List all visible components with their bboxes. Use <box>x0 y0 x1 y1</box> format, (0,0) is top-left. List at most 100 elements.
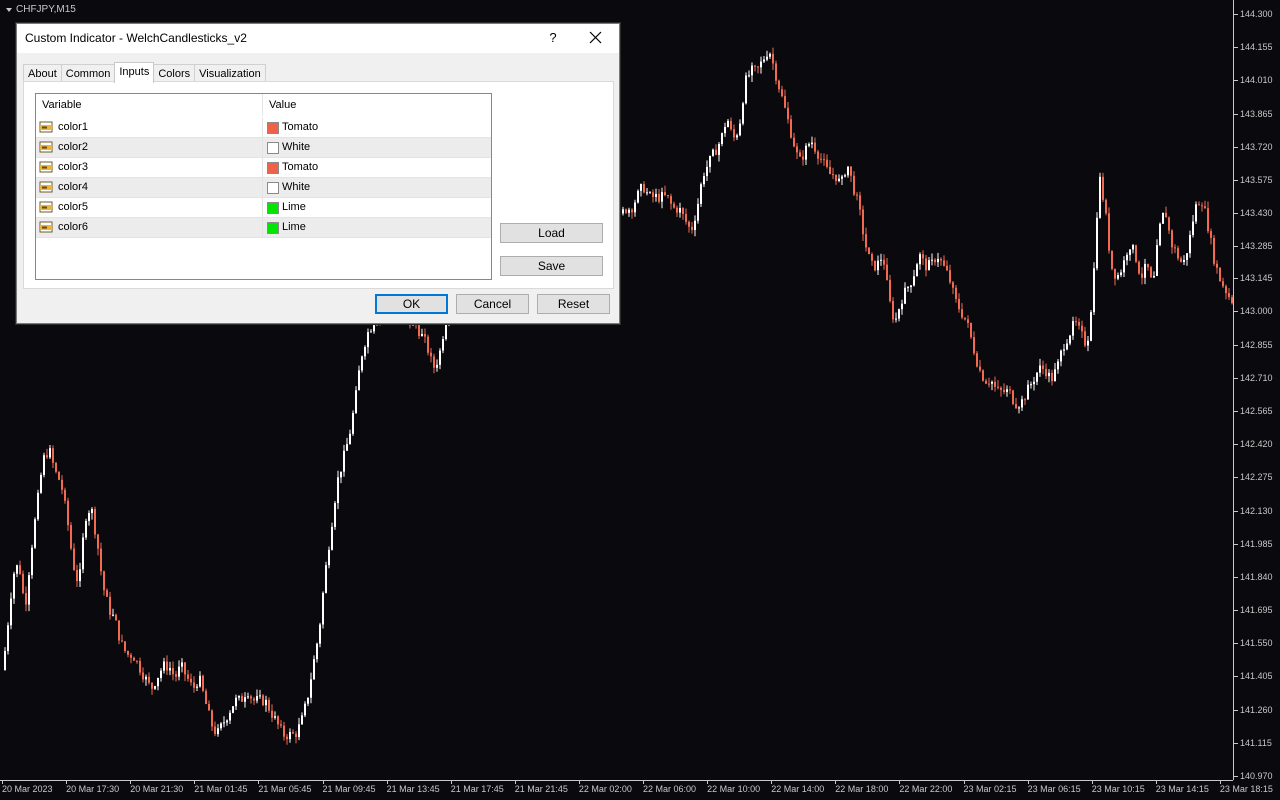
column-header-value[interactable]: Value <box>263 94 491 116</box>
grid-row-color2[interactable]: color2 White <box>36 138 491 158</box>
time-tick-label: 21 Mar 17:45 <box>450 781 504 794</box>
bull-candle <box>328 549 330 566</box>
value-cell[interactable]: White <box>263 138 491 157</box>
bear-candle <box>1015 404 1017 409</box>
bull-candle <box>163 661 165 671</box>
variable-cell[interactable]: color5 <box>36 198 263 217</box>
column-header-variable[interactable]: Variable <box>36 94 263 116</box>
bull-candle <box>1006 389 1008 392</box>
bear-candle <box>787 107 789 120</box>
bull-candle <box>1129 249 1131 255</box>
variable-cell[interactable]: color3 <box>36 158 263 177</box>
bull-candle <box>325 565 327 593</box>
grid-row-color6[interactable]: color6 Lime <box>36 218 491 238</box>
value-cell[interactable]: Lime <box>263 218 491 237</box>
bear-candle <box>1165 212 1167 218</box>
bull-candle <box>919 254 921 265</box>
bull-candle <box>718 144 720 155</box>
price-scale[interactable]: 144.300 144.155 144.010 143.865 143.720 143.5… <box>1233 0 1280 781</box>
bear-candle <box>799 152 801 157</box>
price-tick-label: 143.865 <box>1234 108 1273 119</box>
bull-candle <box>346 444 348 451</box>
value-cell[interactable]: Lime <box>263 198 491 217</box>
bear-candle <box>64 489 66 501</box>
bull-candle <box>361 356 363 371</box>
price-tick-label: 141.405 <box>1234 671 1273 682</box>
dialog-titlebar[interactable]: Custom Indicator - WelchCandlesticks_v2 … <box>17 24 619 53</box>
bull-candle <box>1195 204 1197 222</box>
grid-row-color3[interactable]: color3 Tomato <box>36 158 491 178</box>
bear-candle <box>631 209 633 213</box>
bull-candle <box>199 675 201 687</box>
bear-candle <box>19 565 21 574</box>
bear-candle <box>1201 205 1203 207</box>
bear-candle <box>58 471 60 480</box>
bull-candle <box>1120 272 1122 276</box>
bear-candle <box>46 455 48 458</box>
value-cell[interactable]: White <box>263 178 491 197</box>
collapse-triangle-icon[interactable] <box>6 7 12 12</box>
bull-candle <box>877 260 879 271</box>
bear-candle <box>682 208 684 214</box>
bull-candle <box>298 724 300 738</box>
bull-candle <box>1123 260 1125 273</box>
price-tick-label: 142.710 <box>1234 372 1273 383</box>
bear-candle <box>892 301 894 320</box>
bear-candle <box>1084 331 1086 346</box>
bear-candle <box>874 260 876 271</box>
grid-row-color4[interactable]: color4 White <box>36 178 491 198</box>
variable-cell[interactable]: color1 <box>36 118 263 137</box>
bull-candle <box>319 624 321 644</box>
bear-candle <box>652 192 654 197</box>
bull-candle <box>763 59 765 62</box>
bear-candle <box>835 174 837 181</box>
load-button[interactable]: Load <box>500 223 603 243</box>
cancel-button[interactable]: Cancel <box>456 294 529 314</box>
bear-candle <box>982 370 984 381</box>
bear-candle <box>988 383 990 385</box>
variable-name: color3 <box>58 161 88 173</box>
close-button[interactable] <box>586 28 606 48</box>
variable-cell[interactable]: color2 <box>36 138 263 157</box>
bull-candle <box>745 75 747 104</box>
bear-candle <box>676 207 678 213</box>
price-tick-label: 143.145 <box>1234 273 1273 284</box>
grid-row-color1[interactable]: color1 Tomato <box>36 118 491 138</box>
bull-candle <box>808 144 810 146</box>
variable-cell[interactable]: color6 <box>36 218 263 237</box>
bear-candle <box>658 194 660 202</box>
time-tick-label: 23 Mar 06:15 <box>1027 781 1081 794</box>
time-tick-label: 22 Mar 18:00 <box>835 781 889 794</box>
bull-candle <box>256 696 258 701</box>
bull-candle <box>1030 384 1032 386</box>
color-swatch <box>267 142 279 154</box>
time-scale[interactable]: 20 Mar 2023 20 Mar 17:30 20 Mar 21:30 21 Ma… <box>0 780 1273 800</box>
bear-candle <box>976 353 978 367</box>
value-cell[interactable]: Tomato <box>263 118 491 137</box>
save-button[interactable]: Save <box>500 256 603 276</box>
reset-button[interactable]: Reset <box>537 294 610 314</box>
value-cell[interactable]: Tomato <box>263 158 491 177</box>
bull-candle <box>1186 253 1188 260</box>
variable-cell[interactable]: color4 <box>36 178 263 197</box>
bear-candle <box>733 129 735 138</box>
ok-button[interactable]: OK <box>375 294 448 314</box>
bear-candle <box>856 194 858 196</box>
tab-inputs[interactable]: Inputs <box>114 62 155 83</box>
bear-candle <box>826 159 828 167</box>
grid-row-color5[interactable]: color5 Lime <box>36 198 491 218</box>
bull-candle <box>700 184 702 204</box>
bull-candle <box>880 259 882 261</box>
bull-candle <box>358 370 360 391</box>
bear-candle <box>958 298 960 310</box>
bear-candle <box>790 119 792 138</box>
bull-candle <box>160 670 162 678</box>
help-button[interactable]: ? <box>543 28 563 48</box>
bull-candle <box>1117 275 1119 279</box>
bear-candle <box>673 203 675 208</box>
bear-candle <box>814 142 816 152</box>
value-name: Lime <box>282 201 306 213</box>
bear-candle <box>109 596 111 615</box>
variable-name: color5 <box>58 201 88 213</box>
inputs-grid: Variable Value color1 Tomato color2 White co… <box>35 93 492 280</box>
